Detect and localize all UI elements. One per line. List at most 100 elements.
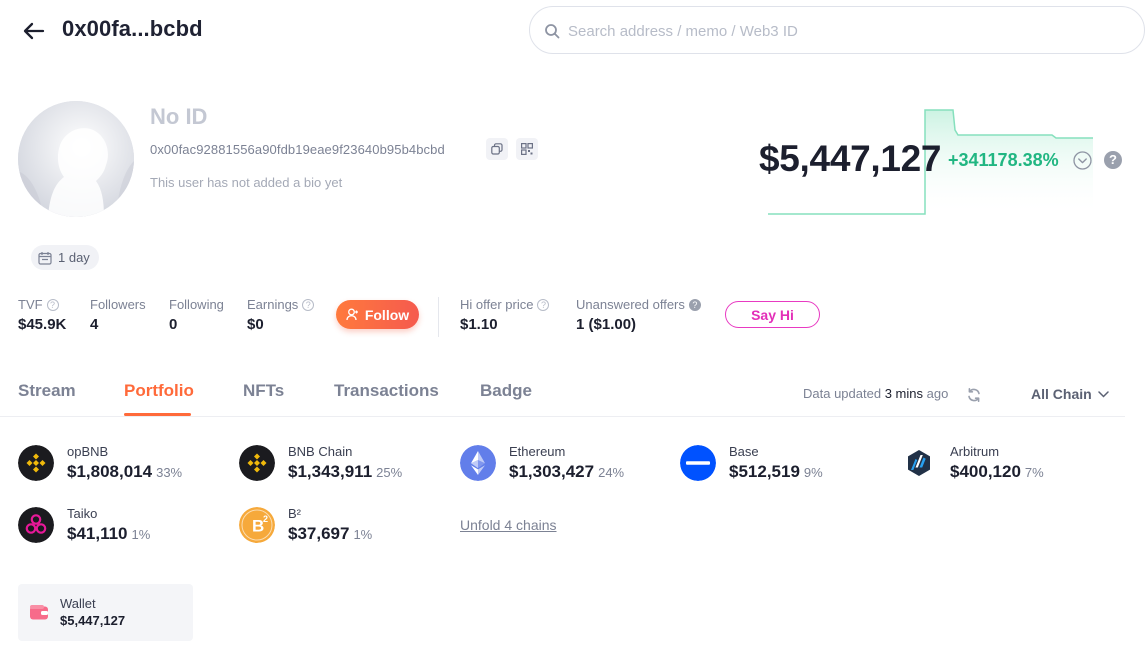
chain-share: 9% — [803, 465, 823, 480]
unanswered-value: 1 ($1.00) — [576, 316, 637, 333]
chain-item-taiko[interactable]: Taiko $41,110 1% — [18, 506, 150, 544]
chain-value: $1,303,427 — [509, 462, 595, 481]
b2-icon: B 2 — [239, 507, 275, 543]
unanswered-label: Unanswered offers — [576, 297, 685, 312]
bnb-icon — [18, 445, 54, 481]
stat-followers[interactable]: Followers 4 — [90, 297, 146, 333]
unanswered-help-icon[interactable]: ? — [688, 298, 701, 311]
chain-name: Ethereum — [509, 444, 566, 459]
stat-hi-offer: Hi offer price? $1.10 — [460, 297, 550, 333]
copy-address-button[interactable] — [486, 138, 508, 160]
chain-item-base[interactable]: Base $512,519 9% — [680, 444, 823, 482]
wallet-value: $5,447,127 — [60, 613, 126, 628]
stat-tvf: TVF? $45.9K — [18, 297, 66, 333]
qr-code-icon — [521, 143, 533, 155]
chain-item-opbnb[interactable]: opBNB $1,808,014 33% — [18, 444, 182, 482]
chain-share: 33% — [156, 465, 183, 480]
hi-offer-help-icon[interactable]: ? — [537, 298, 550, 311]
chain-name: B² — [288, 506, 301, 521]
updated-suffix: ago — [926, 386, 949, 401]
ethereum-icon — [460, 445, 496, 481]
chain-value: $37,697 — [288, 524, 350, 543]
chain-share: 1% — [353, 527, 373, 542]
chain-item-b2[interactable]: B 2 B² $37,697 1% — [239, 506, 372, 544]
chain-value: $1,343,911 — [288, 462, 373, 481]
earnings-help-icon[interactable]: ? — [302, 298, 315, 311]
calendar-icon — [38, 251, 52, 265]
stat-unanswered-offers: Unanswered offers? 1 ($1.00) — [576, 297, 701, 333]
tab-transactions[interactable]: Transactions — [334, 381, 439, 401]
chain-share: 1% — [131, 527, 151, 542]
avatar-silhouette-icon — [18, 101, 134, 217]
arbitrum-icon — [901, 445, 937, 481]
chain-share: 24% — [598, 465, 625, 480]
page-title: 0x00fa...bcbd — [62, 16, 203, 41]
hi-offer-value: $1.10 — [460, 316, 498, 333]
tvf-label: TVF — [18, 297, 43, 312]
updated-time: 3 mins — [884, 386, 923, 401]
avatar — [18, 101, 134, 217]
tab-stream[interactable]: Stream — [18, 381, 76, 401]
taiko-icon — [18, 507, 54, 543]
tab-portfolio[interactable]: Portfolio — [124, 381, 194, 401]
account-age-tag: 1 day — [31, 245, 99, 270]
tabs-divider — [0, 416, 1125, 417]
wallet-name: Wallet — [60, 596, 96, 611]
following-label: Following — [169, 297, 224, 312]
tvf-value: $45.9K — [18, 316, 67, 333]
copy-icon — [491, 143, 503, 155]
back-arrow-icon[interactable] — [22, 19, 46, 43]
base-icon — [680, 445, 716, 481]
total-balance: $5,447,127 — [759, 138, 942, 179]
profile-name: No ID — [150, 104, 208, 129]
chain-name: opBNB — [67, 444, 109, 459]
tvf-help-icon[interactable]: ? — [46, 298, 59, 311]
chain-value: $512,519 — [729, 462, 800, 481]
wallet-icon — [30, 605, 48, 620]
svg-text:2: 2 — [263, 514, 268, 524]
bnb-icon — [239, 445, 275, 481]
chain-share: 25% — [376, 465, 403, 480]
stat-following[interactable]: Following 0 — [169, 297, 224, 333]
followers-value: 4 — [90, 316, 99, 333]
chevron-down-circle-icon[interactable] — [1073, 151, 1092, 170]
following-value: 0 — [169, 316, 178, 333]
follow-button-label: Follow — [364, 306, 410, 323]
search-icon — [545, 24, 560, 39]
balance-change-percent: +341178.38% — [948, 150, 1059, 170]
help-icon[interactable]: ? — [1104, 151, 1122, 169]
say-hi-button[interactable]: Say Hi — [725, 301, 820, 328]
chain-value: $400,120 — [950, 462, 1021, 481]
chevron-down-icon — [1097, 390, 1109, 398]
search-box[interactable] — [529, 6, 1145, 54]
search-input[interactable] — [568, 19, 1128, 43]
chain-item-ethereum[interactable]: Ethereum $1,303,427 24% — [460, 444, 624, 482]
refresh-icon[interactable] — [966, 387, 982, 403]
follow-button[interactable]: Follow — [336, 300, 419, 329]
chain-share: 7% — [1024, 465, 1044, 480]
followers-label: Followers — [90, 297, 146, 312]
chain-item-bnb-chain[interactable]: BNB Chain $1,343,911 25% — [239, 444, 402, 482]
data-updated-status: Data updated 3 mins ago — [803, 386, 948, 401]
stats-divider — [438, 297, 439, 337]
wallet-address: 0x00fac92881556a90fdb19eae9f23640b95b4bc… — [150, 142, 445, 157]
qr-code-button[interactable] — [516, 138, 538, 160]
chain-value: $1,808,014 — [67, 462, 153, 481]
chain-filter-dropdown[interactable]: All Chain — [1031, 386, 1109, 402]
unfold-chains-link[interactable]: Unfold 4 chains — [460, 517, 557, 533]
earnings-value: $0 — [247, 316, 264, 333]
tab-badge[interactable]: Badge — [480, 381, 532, 401]
chain-value: $41,110 — [67, 524, 128, 543]
chain-name: Taiko — [67, 506, 98, 521]
chain-name: Base — [729, 444, 759, 459]
profile-bio: This user has not added a bio yet — [150, 175, 343, 190]
updated-prefix: Data updated — [803, 386, 882, 401]
stat-earnings: Earnings? $0 — [247, 297, 315, 333]
wallet-card[interactable]: Wallet $5,447,127 — [18, 584, 193, 641]
tab-nfts[interactable]: NFTs — [243, 381, 284, 401]
chain-item-arbitrum[interactable]: Arbitrum $400,120 7% — [901, 444, 1044, 482]
chain-name: BNB Chain — [288, 444, 353, 459]
hi-offer-label: Hi offer price — [460, 297, 534, 312]
earnings-label: Earnings — [247, 297, 299, 312]
chain-name: Arbitrum — [950, 444, 1000, 459]
